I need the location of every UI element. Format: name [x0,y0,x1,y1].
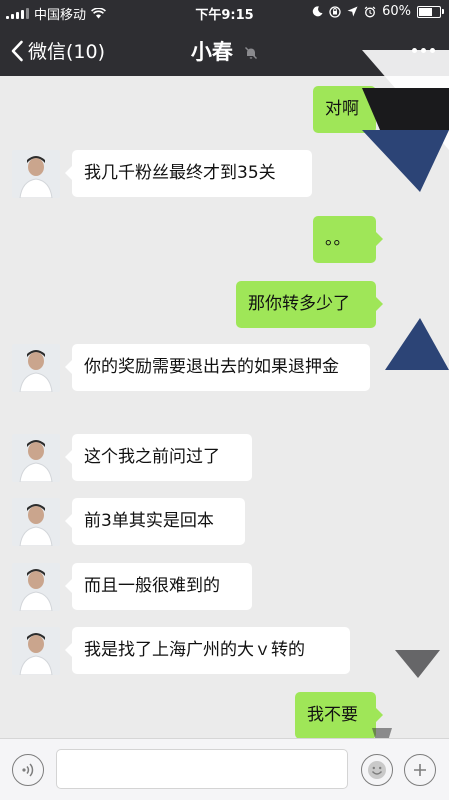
battery-percent: 60% [382,4,411,19]
message-text: 而且一般很难到的 [84,576,220,596]
status-bar: 中国移动 下午9:15 60% [0,0,449,24]
message-bubble-sent[interactable]: 。。 [313,216,383,263]
message-bubble-received[interactable]: 这个我之前问过了 [65,434,252,481]
status-right: 60% [312,4,444,19]
message-text: 这个我之前问过了 [84,447,220,467]
more-dot [412,48,417,53]
message-text: 。。 [325,229,351,249]
message-bubble-received[interactable]: 我几千粉丝最终才到35关 [65,150,312,197]
rotation-lock-icon [329,5,341,18]
input-bar [0,738,449,800]
avatar-image [12,498,60,546]
message-bubble-sent[interactable]: 对啊 [313,86,383,133]
message-bubble-received[interactable]: 我是找了上海广州的大ｖ转的 [65,627,350,674]
avatar[interactable] [12,498,60,546]
voice-icon [22,763,34,777]
message-text: 前3单其实是回本 [84,511,214,531]
avatar-image [12,150,60,198]
chat-screen: 中国移动 下午9:15 60% 微信(10) 小春 对啊 我几千粉丝最终才到35… [0,0,449,800]
message-bubble-sent[interactable]: 那你转多少了 [236,281,383,328]
avatar-image [12,434,60,482]
avatar[interactable] [12,344,60,392]
plus-icon [414,764,426,776]
avatar[interactable] [12,434,60,482]
contact-name: 小春 [190,40,233,64]
voice-button[interactable] [12,754,44,786]
message-bubble-sent[interactable]: 我不要 [295,692,383,739]
message-bubble-received[interactable]: 而且一般很难到的 [65,563,252,610]
nav-bar: 微信(10) 小春 [0,24,449,76]
more-dot [421,48,426,53]
message-text: 我是找了上海广州的大ｖ转的 [84,640,305,660]
message-text: 对啊 [325,99,359,119]
chat-title: 小春 [0,36,449,66]
avatar-image [12,344,60,392]
more-dot [430,48,435,53]
avatar[interactable] [12,150,60,198]
avatar[interactable] [12,563,60,611]
avatar-image [12,627,60,675]
message-text: 你的奖励需要退出去的如果退押金 [84,357,339,377]
moon-icon [312,6,323,17]
emoji-button[interactable] [361,754,393,786]
message-input[interactable] [56,749,348,789]
plus-button[interactable] [404,754,436,786]
watermark-overlay [362,50,449,760]
message-bubble-received[interactable]: 前3单其实是回本 [65,498,245,545]
emoji-icon [368,761,386,779]
message-text: 我几千粉丝最终才到35关 [84,163,276,183]
alarm-icon [364,6,376,17]
avatar-image [12,563,60,611]
more-button[interactable] [412,48,435,53]
location-icon [347,6,358,17]
message-text: 我不要 [307,705,358,725]
message-bubble-received[interactable]: 你的奖励需要退出去的如果退押金 [65,344,370,391]
bell-mute-icon [245,47,258,59]
battery-icon [417,5,444,18]
avatar[interactable] [12,627,60,675]
message-text: 那你转多少了 [248,294,350,314]
